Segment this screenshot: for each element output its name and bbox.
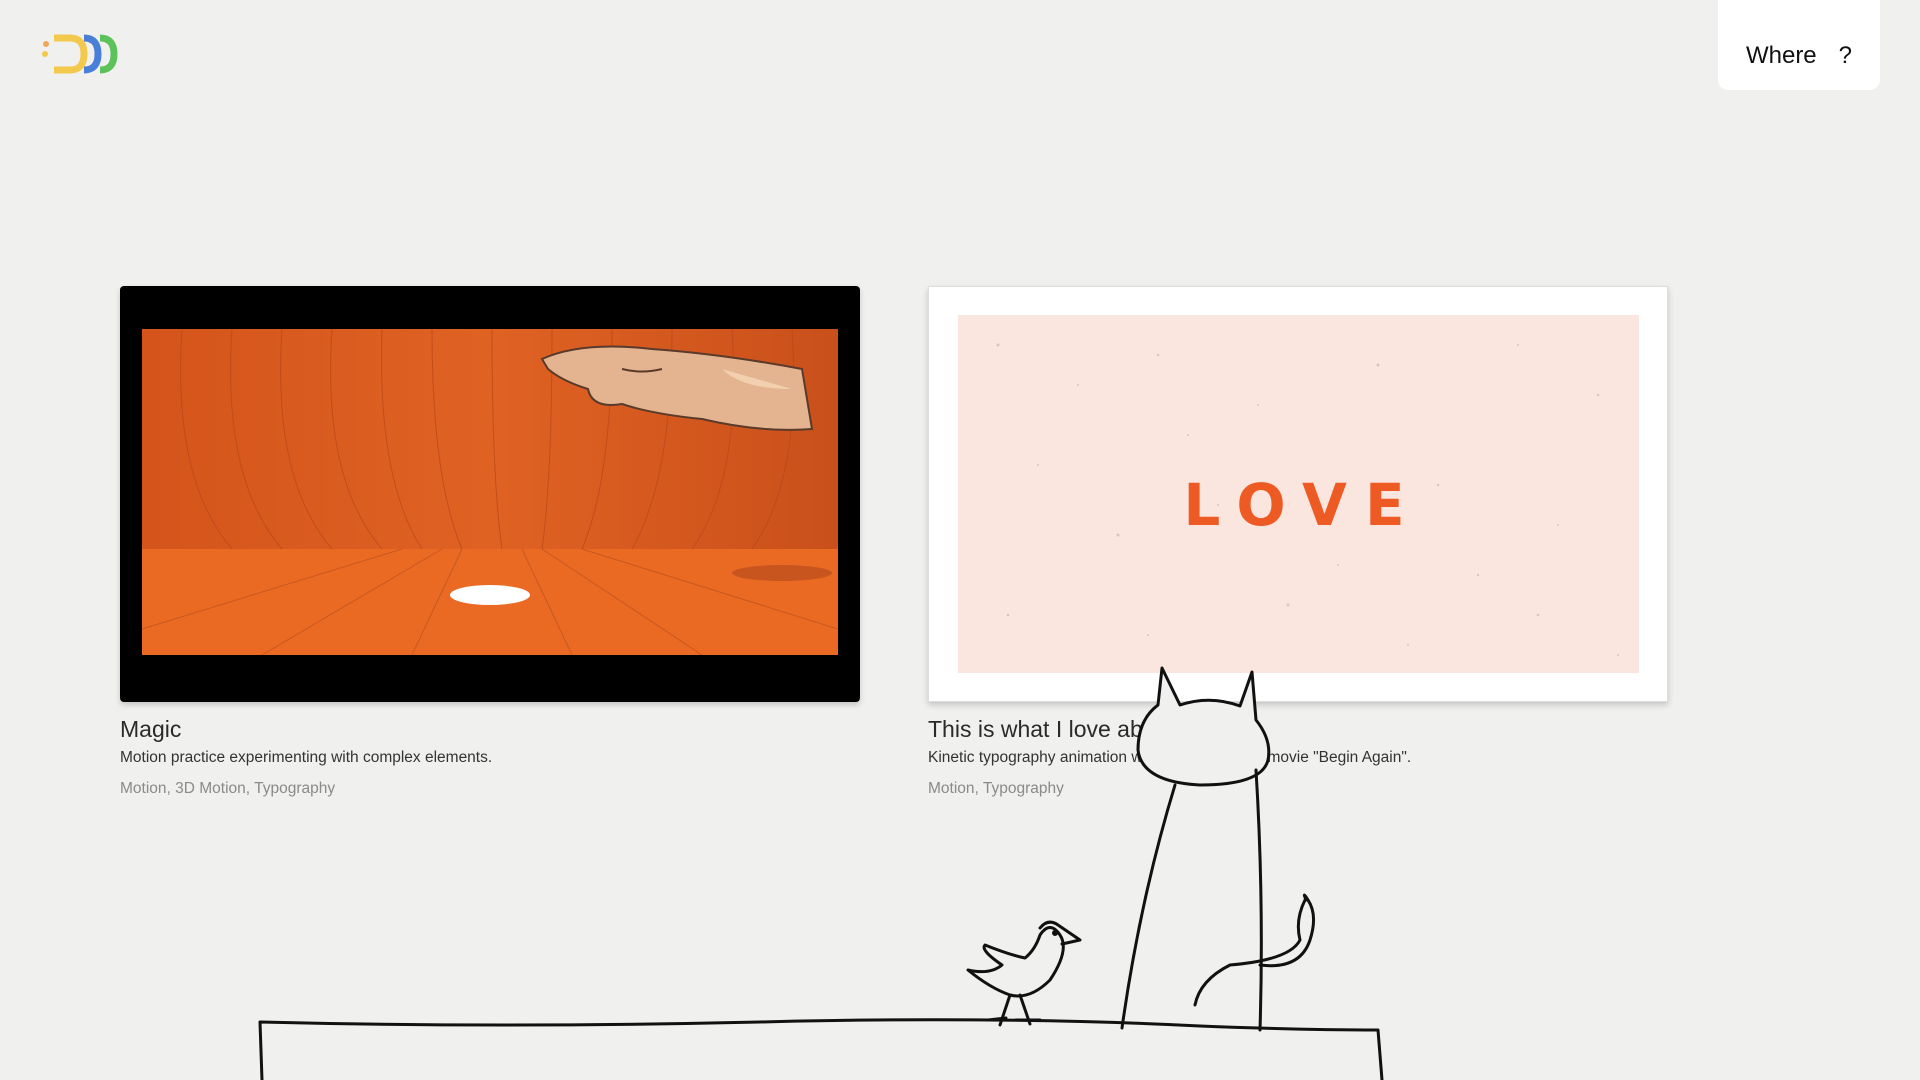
project-card-magic[interactable]: Magic Motion practice experimenting with… (120, 286, 860, 798)
bird-doodle (966, 920, 1082, 1027)
project-title[interactable]: This is what I love about... (928, 716, 1668, 744)
project-description: Kinetic typography animation with quote … (928, 748, 1412, 766)
project-thumbnail[interactable]: LOVE (928, 286, 1668, 702)
ledge-outline (258, 1018, 1384, 1080)
question-link[interactable]: ? (1839, 42, 1852, 70)
nav-box: Where ? (1718, 0, 1880, 90)
brand-logo[interactable] (40, 30, 120, 78)
logo-dot (43, 41, 49, 47)
logo-dot (42, 51, 48, 57)
love-typography-preview: LOVE (958, 315, 1639, 673)
magic-scene-illustration (142, 329, 838, 655)
logo-letter-d (99, 34, 118, 74)
project-thumbnail[interactable] (120, 286, 860, 702)
where-link[interactable]: Where (1746, 42, 1817, 70)
project-tags: Motion, 3D Motion, Typography (120, 779, 336, 797)
project-description: Motion practice experimenting with compl… (120, 748, 493, 766)
love-text: LOVE (1183, 471, 1422, 539)
logo-letter-d (54, 34, 88, 74)
project-title[interactable]: Magic (120, 716, 860, 744)
project-tags: Motion, Typography (928, 779, 1064, 797)
project-card-love[interactable]: LOVE This is what I love about... Kineti… (928, 286, 1668, 798)
